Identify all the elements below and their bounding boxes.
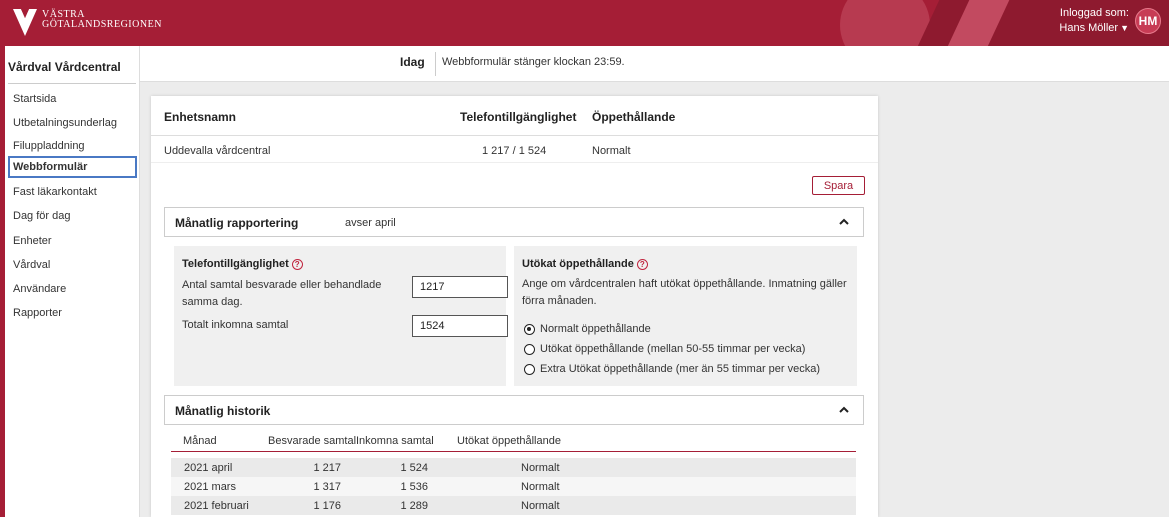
unit-row[interactable]: Uddevalla vårdcentral 1 217 / 1 524 Norm… bbox=[151, 137, 878, 163]
table-row[interactable]: 2021 mars 1 317 1 536 Normalt bbox=[171, 477, 856, 496]
sidebar-divider bbox=[8, 83, 136, 84]
help-icon[interactable]: ? bbox=[291, 259, 303, 270]
user-name[interactable]: Hans Möller bbox=[1059, 22, 1118, 34]
header-decoration bbox=[840, 0, 930, 46]
phone-panel: Telefontillgänglighet? Antal samtal besv… bbox=[174, 246, 508, 386]
sidebar-item-vardval[interactable]: Vårdval bbox=[8, 254, 137, 276]
total-calls-label: Totalt inkomna samtal bbox=[182, 319, 289, 331]
column-header-incoming: Inkomna samtal bbox=[356, 435, 434, 447]
cell-incoming: 1 536 bbox=[400, 481, 428, 493]
sidebar-item-anvandare[interactable]: Användare bbox=[8, 278, 137, 300]
column-header-phone: Telefontillgänglighet bbox=[460, 110, 577, 124]
section-title: Månatlig historik bbox=[175, 404, 271, 418]
sidebar-title: Vårdval Vårdcentral bbox=[8, 60, 121, 74]
cell-month: 2021 februari bbox=[184, 500, 249, 512]
radio-extra-extended-opening[interactable]: Extra Utökat öppethållande (mer än 55 ti… bbox=[524, 363, 820, 375]
cell-month: 2021 mars bbox=[184, 481, 236, 493]
cell-incoming: 1 524 bbox=[400, 462, 428, 474]
sidebar-item-dag-for-dag[interactable]: Dag för dag bbox=[8, 205, 137, 227]
radio-icon[interactable] bbox=[524, 363, 535, 375]
notice-divider bbox=[435, 52, 436, 76]
answered-label: Antal samtal besvarade eller behandlade … bbox=[182, 279, 382, 308]
sidebar-item-enheter[interactable]: Enheter bbox=[8, 230, 137, 252]
radio-label: Normalt öppethållande bbox=[540, 323, 651, 335]
sidebar-item-fast-lakarkontakt[interactable]: Fast läkarkontakt bbox=[8, 181, 137, 203]
column-header-extended: Utökat öppethållande bbox=[457, 435, 561, 447]
radio-extended-opening[interactable]: Utökat öppethållande (mellan 50-55 timma… bbox=[524, 343, 805, 355]
chevron-up-icon[interactable] bbox=[837, 215, 851, 229]
notice-message: Webbformulär stänger klockan 23:59. bbox=[442, 56, 625, 68]
radio-label: Utökat öppethållande (mellan 50-55 timma… bbox=[540, 343, 806, 355]
cell-extended: Normalt bbox=[521, 481, 560, 493]
column-header-unit: Enhetsnamn bbox=[164, 110, 237, 124]
sidebar-accent-bar bbox=[0, 46, 5, 517]
sidebar-item-rapporter[interactable]: Rapporter bbox=[8, 302, 137, 324]
user-menu[interactable]: Inloggad som: Hans Möller ▼ HM bbox=[1059, 6, 1161, 36]
help-icon[interactable]: ? bbox=[636, 259, 648, 270]
radio-selected-icon[interactable] bbox=[524, 323, 535, 335]
save-button[interactable]: Spara bbox=[812, 176, 865, 195]
notice-tag: Idag bbox=[400, 55, 425, 69]
answered-calls-input[interactable] bbox=[412, 276, 508, 298]
unit-name: Uddevalla vårdcentral bbox=[164, 145, 271, 157]
top-bar: VÄSTRA GÖTALANDSREGIONEN Inloggad som: H… bbox=[0, 0, 1169, 46]
sidebar-item-utbetalningsunderlag[interactable]: Utbetalningsunderlag bbox=[8, 112, 137, 134]
table-row[interactable]: 2021 februari 1 176 1 289 Normalt bbox=[171, 496, 856, 515]
unit-opening: Normalt bbox=[592, 145, 631, 157]
sidebar-item-filuppladdning[interactable]: Filuppladdning bbox=[8, 135, 137, 157]
total-calls-input[interactable] bbox=[412, 315, 508, 337]
chevron-down-icon[interactable]: ▼ bbox=[1120, 21, 1129, 36]
notice-bar: Idag Webbformulär stänger klockan 23:59. bbox=[140, 46, 1169, 82]
background-area bbox=[878, 82, 1169, 517]
cell-answered: 1 317 bbox=[313, 481, 341, 493]
cell-extended: Normalt bbox=[521, 500, 560, 512]
logo-text-line2: GÖTALANDSREGIONEN bbox=[42, 19, 162, 30]
chevron-up-icon[interactable] bbox=[837, 403, 851, 417]
cell-answered: 1 217 bbox=[313, 462, 341, 474]
column-header-opening: Öppethållande bbox=[592, 110, 676, 124]
avatar[interactable]: HM bbox=[1135, 8, 1161, 34]
history-table-header: Månad Besvarade samtal Inkomna samtal Ut… bbox=[171, 434, 856, 452]
column-header-month: Månad bbox=[183, 435, 217, 447]
table-row[interactable]: 2021 april 1 217 1 524 Normalt bbox=[171, 458, 856, 477]
section-title: Månatlig rapportering bbox=[175, 216, 299, 230]
sidebar-item-webbformular[interactable]: Webbformulär bbox=[8, 156, 137, 178]
monthly-history-header[interactable]: Månatlig historik bbox=[164, 395, 864, 425]
column-header-answered: Besvarade samtal bbox=[268, 435, 357, 447]
radio-normal-opening[interactable]: Normalt öppethållande bbox=[524, 323, 651, 335]
sidebar: Vårdval Vårdcentral Startsida Utbetalnin… bbox=[0, 46, 140, 517]
logged-in-label: Inloggad som: bbox=[1059, 7, 1129, 19]
phone-panel-title: Telefontillgänglighet bbox=[182, 258, 289, 270]
opening-description: Ange om vårdcentralen haft utökat öppeth… bbox=[522, 278, 847, 307]
region-logo-icon bbox=[13, 9, 37, 36]
monthly-report-header[interactable]: Månatlig rapportering avser april bbox=[164, 207, 864, 237]
radio-icon[interactable] bbox=[524, 343, 535, 355]
opening-panel-title: Utökat öppethållande bbox=[522, 258, 634, 270]
webform-card: Enhetsnamn Telefontillgänglighet Öppethå… bbox=[151, 96, 878, 517]
opening-panel: Utökat öppethållande? Ange om vårdcentra… bbox=[514, 246, 857, 386]
cell-month: 2021 april bbox=[184, 462, 233, 474]
sidebar-item-startsida[interactable]: Startsida bbox=[8, 88, 137, 110]
radio-label: Extra Utökat öppethållande (mer än 55 ti… bbox=[540, 363, 821, 375]
unit-table-header: Enhetsnamn Telefontillgänglighet Öppethå… bbox=[151, 96, 878, 136]
cell-extended: Normalt bbox=[521, 462, 560, 474]
region-logo[interactable]: VÄSTRA GÖTALANDSREGIONEN bbox=[12, 6, 162, 38]
cell-incoming: 1 289 bbox=[400, 500, 428, 512]
cell-answered: 1 176 bbox=[313, 500, 341, 512]
unit-phone: 1 217 / 1 524 bbox=[482, 145, 547, 157]
section-subtitle: avser april bbox=[345, 217, 396, 229]
